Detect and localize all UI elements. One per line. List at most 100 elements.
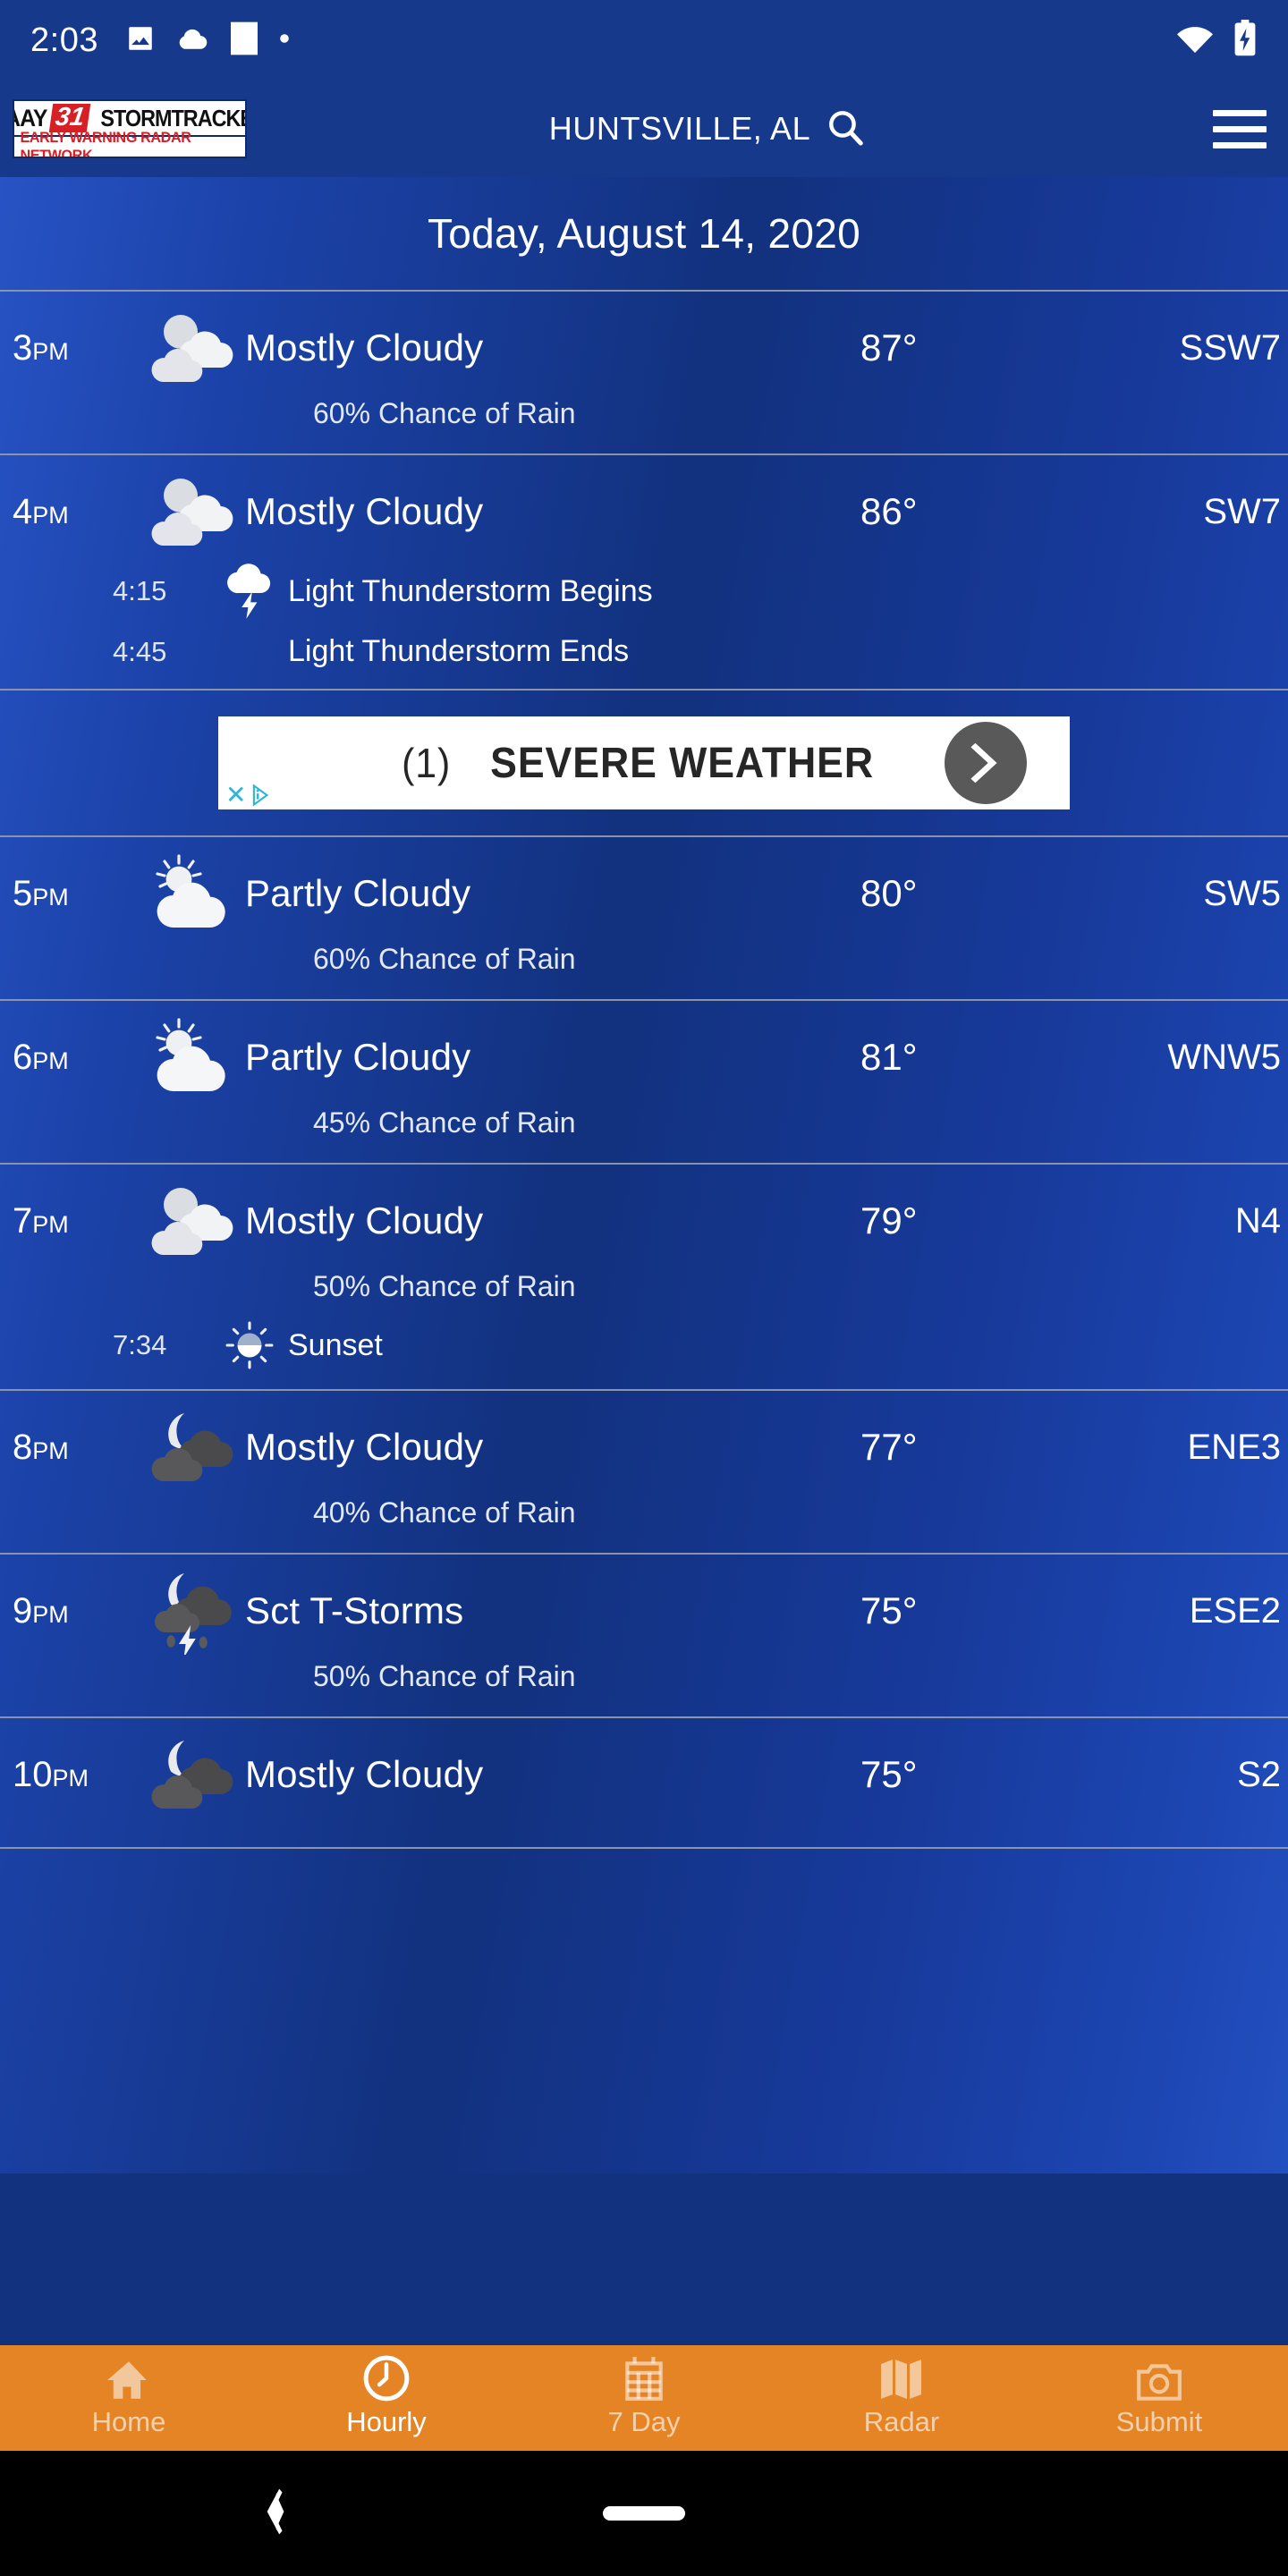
- ad-count-label: (1): [401, 740, 451, 786]
- hourly-row[interactable]: 8PM Mostly Cloudy 77° ENE3 40% Chance of…: [0, 1391, 1288, 1555]
- logo-tagline: EARLY WARNING RADAR NETWORK: [20, 129, 191, 158]
- waay-31-stormtracker-logo[interactable]: WAAY 31 STORMTRACKER EARLY WARNING RADAR…: [13, 99, 247, 158]
- hour-condition: Mostly Cloudy: [245, 1426, 484, 1468]
- menu-bar-3: [1213, 141, 1267, 148]
- hour-time-meridiem: PM: [52, 1764, 89, 1792]
- app-header: WAAY 31 STORMTRACKER EARLY WARNING RADAR…: [0, 80, 1288, 177]
- hour-time-value: 3: [13, 327, 33, 368]
- hour-temperature: 80°: [860, 872, 918, 914]
- hour-wind: SW7: [1203, 491, 1281, 531]
- menu-bar-2: [1213, 125, 1267, 132]
- cloud-icon: [175, 23, 209, 58]
- nav-label-hourly: Hourly: [346, 2406, 427, 2437]
- hourly-row[interactable]: 7PM Mostly Cloudy 79° N4 50% Chance of R…: [0, 1165, 1288, 1391]
- hour-time-meridiem: PM: [32, 501, 69, 529]
- hourly-row[interactable]: 10PM Mostly Cloudy 75° S2: [0, 1718, 1288, 1849]
- date-header-label: Today, August 14, 2020: [427, 210, 860, 257]
- status-bar-notification-icons: [125, 21, 290, 61]
- battery-charging-icon: [1233, 19, 1258, 62]
- nav-label-home: Home: [91, 2406, 166, 2437]
- hourly-forecast-list[interactable]: Today, August 14, 2020 3PM Mostly Cloudy…: [0, 177, 1288, 2174]
- current-location-label: HUNTSVILLE, AL: [548, 110, 811, 147]
- status-bar: 2:03: [0, 0, 1288, 80]
- event-label: Light Thunderstorm Begins: [288, 573, 653, 608]
- hourly-row-main: 3PM Mostly Cloudy 87° SSW7: [0, 292, 1288, 404]
- hour-rain-chance: 40% Chance of Rain: [313, 1496, 576, 1529]
- image-icon: [125, 23, 156, 58]
- ad-close-icon[interactable]: ✕: [225, 783, 246, 808]
- hourly-row[interactable]: 5PM Partly Cloudy 80° SW5 60% Chance of …: [0, 837, 1288, 1001]
- hourly-row-main: 7PM Mostly Cloudy 79° N4: [0, 1165, 1288, 1277]
- hour-condition: Sct T-Storms: [245, 1589, 464, 1631]
- adchoices-icon[interactable]: [250, 784, 273, 807]
- logo-tagline-row: EARLY WARNING RADAR NETWORK: [14, 129, 245, 157]
- hour-time: 3PM: [13, 328, 145, 369]
- nav-item-hourly[interactable]: Hourly: [258, 2345, 515, 2451]
- hour-time-value: 7: [13, 1200, 33, 1241]
- hour-wind: WNW5: [1167, 1037, 1281, 1077]
- hour-time-meridiem: PM: [32, 1600, 69, 1628]
- logo-product-name: STORMTRACKER: [100, 104, 245, 131]
- date-header: Today, August 14, 2020: [0, 177, 1288, 292]
- hour-time: 6PM: [13, 1038, 145, 1078]
- hourly-row[interactable]: 4PM Mostly Cloudy 86° SW7 4:15 Light Thu…: [0, 455, 1288, 691]
- advertisement-slot[interactable]: (1) SEVERE WEATHER ✕: [0, 691, 1288, 837]
- partly-cloudy-day-icon: [145, 852, 245, 935]
- hour-rain-chance: 45% Chance of Rain: [313, 1106, 576, 1139]
- hour-temperature: 86°: [860, 490, 918, 532]
- hour-wind: SSW7: [1179, 327, 1281, 368]
- hour-time: 7PM: [13, 1201, 145, 1241]
- bottom-navigation-bar: Home Hourly 7 Day Radar Submit: [0, 2345, 1288, 2451]
- hour-time-value: 4: [13, 491, 33, 531]
- hour-rain-chance: 50% Chance of Rain: [313, 1270, 576, 1302]
- hour-time-meridiem: PM: [32, 1046, 69, 1074]
- hour-time-meridiem: PM: [32, 883, 69, 911]
- hour-time-meridiem: PM: [32, 337, 69, 365]
- map-icon: [878, 2358, 925, 2402]
- home-icon: [105, 2358, 153, 2402]
- hour-condition: Partly Cloudy: [245, 872, 471, 914]
- hour-time: 5PM: [13, 874, 145, 914]
- hour-time-meridiem: PM: [32, 1436, 69, 1464]
- hourly-row[interactable]: 9PM Sct T-Storms 75° ESE2 50% Chance of …: [0, 1555, 1288, 1718]
- hourly-row-main: 6PM Partly Cloudy 81° WNW5: [0, 1001, 1288, 1114]
- ad-banner[interactable]: (1) SEVERE WEATHER ✕: [218, 716, 1070, 809]
- sunset-icon: [211, 1321, 288, 1369]
- location-selector[interactable]: HUNTSVILLE, AL: [211, 106, 1204, 152]
- play-arrow-icon[interactable]: [945, 722, 1027, 804]
- mostly-cloudy-icon: [145, 470, 245, 553]
- hourly-row-main: 8PM Mostly Cloudy 77° ENE3: [0, 1391, 1288, 1504]
- hour-time: 4PM: [13, 492, 145, 532]
- back-chevron-icon[interactable]: [259, 2487, 290, 2540]
- event-label: Sunset: [288, 1327, 383, 1362]
- hour-wind: S2: [1237, 1754, 1281, 1794]
- hamburger-menu-icon[interactable]: [1213, 109, 1267, 148]
- hourly-row[interactable]: 3PM Mostly Cloudy 87° SSW7 60% Chance of…: [0, 292, 1288, 455]
- hour-time: 9PM: [13, 1591, 145, 1631]
- nav-item-radar[interactable]: Radar: [773, 2345, 1030, 2451]
- hour-temperature: 77°: [860, 1426, 918, 1468]
- hour-wind: ENE3: [1187, 1427, 1282, 1467]
- status-bar-system-icons: [1175, 19, 1258, 62]
- hour-time-value: 6: [13, 1037, 33, 1077]
- adchoices-control[interactable]: ✕: [225, 783, 273, 808]
- hourly-row[interactable]: 6PM Partly Cloudy 81° WNW5 45% Chance of…: [0, 1001, 1288, 1165]
- home-pill-icon[interactable]: [603, 2506, 685, 2521]
- weather-app-screen: 2:03 AY 31 STORMTRACK EARLY WARNING RADA…: [0, 0, 1288, 2576]
- hour-event: 7:34 Sunset: [0, 1321, 1288, 1389]
- dot-icon: [279, 32, 290, 48]
- hour-condition: Mostly Cloudy: [245, 490, 484, 532]
- hour-wind: ESE2: [1189, 1590, 1281, 1631]
- nav-item-submit[interactable]: Submit: [1030, 2345, 1288, 2451]
- hour-event: 4:15 Light Thunderstorm Begins: [0, 563, 1288, 640]
- nav-item-home[interactable]: Home: [0, 2345, 258, 2451]
- square-notification-icon: [229, 21, 259, 61]
- nav-item-7day[interactable]: 7 Day: [515, 2345, 773, 2451]
- hour-rain-chance: 60% Chance of Rain: [313, 397, 576, 429]
- mostly-cloudy-night-icon: [145, 1406, 245, 1488]
- hour-wind: N4: [1234, 1200, 1281, 1241]
- hour-condition: Partly Cloudy: [245, 1036, 471, 1078]
- nav-label-7day: 7 Day: [607, 2406, 681, 2437]
- event-time: 4:15: [113, 575, 167, 606]
- search-icon[interactable]: [825, 106, 866, 152]
